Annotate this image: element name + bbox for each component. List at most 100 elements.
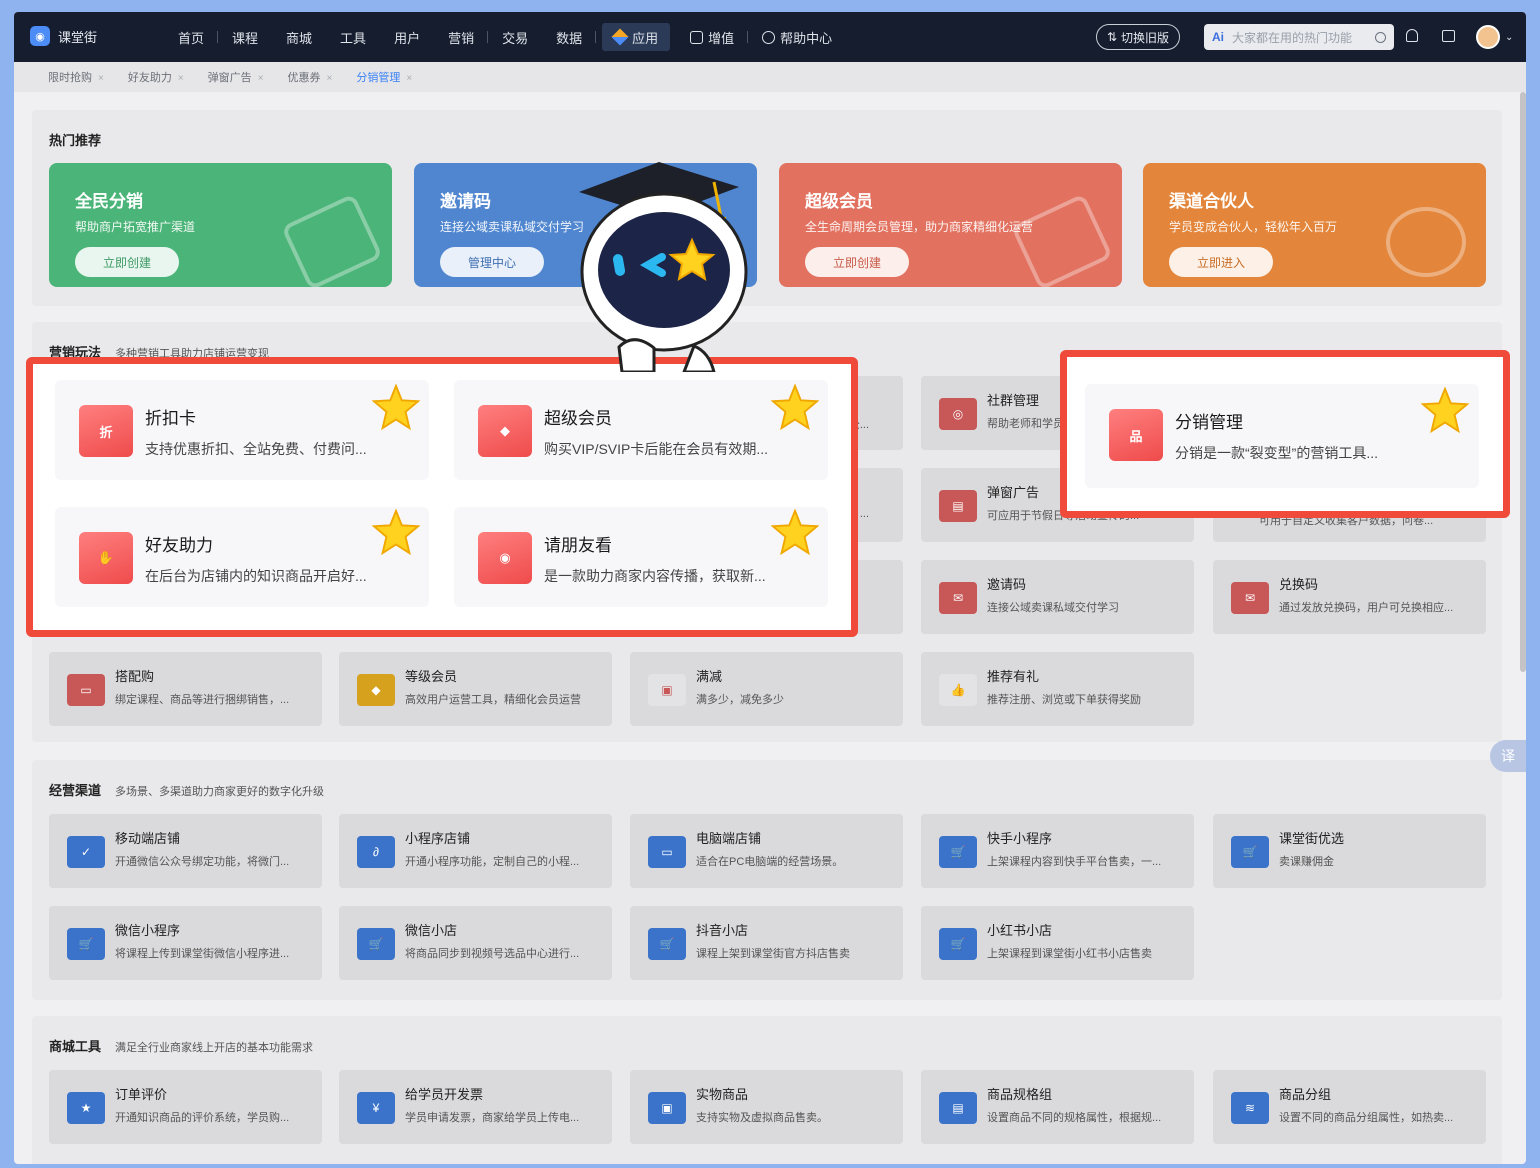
channel-card[interactable]: ∂ 小程序店铺 开通小程序功能，定制自己的小程... bbox=[339, 814, 612, 888]
search-placeholder: 大家都在用的热门功能 bbox=[1232, 30, 1353, 45]
help-circle-icon bbox=[762, 30, 776, 44]
nav-item-marketing[interactable]: 营销 bbox=[434, 12, 489, 62]
channel-card[interactable]: 🛒 微信小程序 将课程上传到课堂街微信小程序进... bbox=[49, 906, 322, 980]
close-icon[interactable]: × bbox=[327, 73, 333, 84]
card-title: 推荐有礼 bbox=[987, 669, 1040, 684]
close-icon[interactable]: × bbox=[178, 73, 184, 84]
switch-old-label: 切换旧版 bbox=[1121, 30, 1170, 45]
card-desc: 高效用户运营工具，精细化会员运营 bbox=[405, 694, 581, 706]
scrollbar[interactable] bbox=[1520, 92, 1526, 672]
star-icon bbox=[372, 384, 420, 430]
mobile-shop-icon: ✓ bbox=[67, 836, 105, 868]
mall-card[interactable]: ¥ 给学员开发票 学员申请发票，商家给学员上传电... bbox=[339, 1070, 612, 1144]
nav-item-value-added[interactable]: 增值 bbox=[676, 12, 749, 62]
channels-subtitle: 多场景、多渠道助力商家更好的数字化升级 bbox=[115, 786, 325, 798]
card-desc: 绑定课程、商品等进行捆绑销售，... bbox=[115, 694, 290, 706]
search-input[interactable]: Ai 大家都在用的热门功能 bbox=[1204, 24, 1394, 50]
marketing-card-referral[interactable]: 👍 推荐有礼 推荐注册、浏览或下单获得奖励 bbox=[921, 652, 1194, 726]
close-icon[interactable]: × bbox=[258, 73, 264, 84]
ai-badge: Ai bbox=[1212, 30, 1224, 44]
manage-center-button[interactable]: 管理中心 bbox=[440, 247, 544, 277]
avatar[interactable] bbox=[1476, 25, 1500, 49]
close-icon[interactable]: × bbox=[98, 73, 104, 84]
nav-item-help[interactable]: 帮助中心 bbox=[748, 12, 846, 62]
featured-card-distribution[interactable]: 品 分销管理 分销是一款“裂变型”的营销工具... bbox=[1085, 384, 1479, 488]
card-desc: 购买VIP/SVIP卡后能在会员有效期... bbox=[544, 441, 769, 457]
diamond-icon: ◆ bbox=[478, 405, 532, 457]
switch-old-version-button[interactable]: ⇅ 切换旧版 bbox=[1096, 24, 1180, 50]
mall-card[interactable]: ▣ 实物商品 支持实物及虚拟商品售卖。 bbox=[630, 1070, 903, 1144]
card-desc: 将课程上传到课堂街微信小程序进... bbox=[115, 948, 290, 960]
marketing-card-bundle[interactable]: ▭ 搭配购 绑定课程、商品等进行捆绑销售，... bbox=[49, 652, 322, 726]
nav-item-tools[interactable]: 工具 bbox=[326, 12, 380, 62]
channel-card[interactable]: ✓ 移动端店铺开通微信公众号绑定功能，将微门... bbox=[49, 814, 322, 888]
card-title: 请朋友看 bbox=[544, 536, 612, 555]
card-desc: 是一款助力商家内容传播，获取新... bbox=[544, 568, 766, 584]
card-desc: 在后台为店铺内的知识商品开启好... bbox=[145, 568, 367, 584]
nav-item-course[interactable]: 课程 bbox=[218, 12, 272, 62]
marketing-card-full-reduction[interactable]: ▣ 满减 满多少，减免多少 bbox=[630, 652, 903, 726]
nav-item-users[interactable]: 用户 bbox=[380, 12, 434, 62]
card-title: 商品分组 bbox=[1279, 1087, 1332, 1102]
channel-card[interactable]: 🛒 微信小店 将商品同步到视频号选品中心进行... bbox=[339, 906, 612, 980]
mall-title-text: 商城工具 bbox=[49, 1039, 102, 1054]
close-icon[interactable]: × bbox=[406, 73, 412, 84]
spec-icon: ▤ bbox=[939, 1092, 977, 1124]
mall-card[interactable]: ★ 订单评价 开通知识商品的评价系统，学员购... bbox=[49, 1070, 322, 1144]
banner-channel-partner[interactable]: 渠道合伙人 学员变成合伙人，轻松年入百万 立即进入 bbox=[1143, 163, 1486, 287]
card-title: 订单评价 bbox=[115, 1087, 168, 1102]
nav-item-trade[interactable]: 交易 bbox=[488, 12, 542, 62]
banner-distribution[interactable]: 全民分销 帮助商户拓宽推广渠道 立即创建 bbox=[49, 163, 392, 287]
tab-coupon[interactable]: 优惠券 × bbox=[278, 69, 347, 85]
card-desc: 课程上架到课堂街官方抖店售卖 bbox=[696, 948, 850, 960]
channel-card[interactable]: 🛒 抖音小店 课程上架到课堂街官方抖店售卖 bbox=[630, 906, 903, 980]
app-name: 课堂街 bbox=[58, 29, 98, 45]
card-title: 分销管理 bbox=[1175, 413, 1243, 432]
mall-card[interactable]: ▤ 商品规格组 设置商品不同的规格属性，根据规... bbox=[921, 1070, 1194, 1144]
channel-card[interactable]: 🛒 小红书小店 上架课程到课堂街小红书小店售卖 bbox=[921, 906, 1194, 980]
tab-popup-ad[interactable]: 弹窗广告 × bbox=[198, 69, 278, 85]
create-button[interactable]: 立即创建 bbox=[805, 247, 909, 277]
nav-item-mall[interactable]: 商城 bbox=[272, 12, 326, 62]
tab-distribution[interactable]: 分销管理 × bbox=[346, 69, 426, 85]
eye-icon: ◉ bbox=[478, 532, 532, 584]
translate-button[interactable]: 译 bbox=[1490, 740, 1526, 772]
app-logo[interactable]: ◉ 课堂街 bbox=[30, 26, 97, 46]
banner-super-member[interactable]: 超级会员 全生命周期会员管理，助力商家精细化运营 立即创建 bbox=[779, 163, 1122, 287]
thumbs-up-icon: 👍 bbox=[939, 674, 977, 706]
nav-item-home[interactable]: 首页 bbox=[164, 12, 219, 62]
channel-card[interactable]: ▭ 电脑端店铺 适合在PC电脑端的经营场景。 bbox=[630, 814, 903, 888]
channel-card[interactable]: 🛒 课堂街优选 卖课赚佣金 bbox=[1213, 814, 1486, 888]
card-title: 实物商品 bbox=[696, 1087, 749, 1102]
enter-button[interactable]: 立即进入 bbox=[1169, 247, 1273, 277]
marketing-card-redeem-code[interactable]: ✉ 兑换码 通过发放兑换码，用户可兑换相应... bbox=[1213, 560, 1486, 634]
marketing-card-invite-code[interactable]: ✉ 邀请码 连接公域卖课私域交付学习 bbox=[921, 560, 1194, 634]
nav-item-apps[interactable]: 应用 bbox=[602, 23, 671, 51]
create-button[interactable]: 立即创建 bbox=[75, 247, 179, 277]
mall-title: 商城工具 满足全行业商家线上开店的基本功能需求 bbox=[49, 1036, 313, 1055]
nav-value-added-label: 增值 bbox=[708, 30, 735, 46]
channel-card[interactable]: 🛒 快手小程序 上架课程内容到快手平台售卖，一... bbox=[921, 814, 1194, 888]
card-desc: 连接公域卖课私域交付学习 bbox=[987, 602, 1119, 614]
bell-icon[interactable] bbox=[1406, 29, 1418, 42]
card-desc: 满多少，减免多少 bbox=[696, 694, 784, 706]
card-title: 电脑端店铺 bbox=[696, 831, 762, 846]
card-desc: 开通微信公众号绑定功能，将微门... bbox=[115, 856, 290, 868]
card-title: 抖音小店 bbox=[696, 923, 749, 938]
card-desc: 学员申请发票，商家给学员上传电... bbox=[405, 1112, 580, 1124]
card-title: 移动端店铺 bbox=[115, 831, 181, 846]
bundle-icon: ▭ bbox=[67, 674, 105, 706]
inbox-icon[interactable] bbox=[1442, 30, 1455, 42]
search-icon[interactable] bbox=[1375, 31, 1386, 43]
marketing-card-level-member[interactable]: ◆ 等级会员 高效用户运营工具，精细化会员运营 bbox=[339, 652, 612, 726]
tab-flash-sale[interactable]: 限时抢购 × bbox=[38, 69, 118, 85]
nav-item-data[interactable]: 数据 bbox=[542, 12, 597, 62]
chevron-down-icon[interactable]: ⌄ bbox=[1505, 32, 1513, 43]
org-chart-icon: 品 bbox=[1109, 409, 1163, 461]
top-navigation-bar: ◉ 课堂街 首页 课程 商城 工具 用户 营销 交易 数据 应用 增值 帮助中心 bbox=[14, 12, 1526, 62]
redeem-code-icon: ✉ bbox=[1231, 582, 1269, 614]
tab-friend-help[interactable]: 好友助力 × bbox=[118, 69, 198, 85]
nav-apps-label: 应用 bbox=[632, 30, 659, 46]
handshake-icon: ✋ bbox=[79, 532, 133, 584]
mall-card[interactable]: ≋ 商品分组 设置不同的商品分组属性，如热卖... bbox=[1213, 1070, 1486, 1144]
